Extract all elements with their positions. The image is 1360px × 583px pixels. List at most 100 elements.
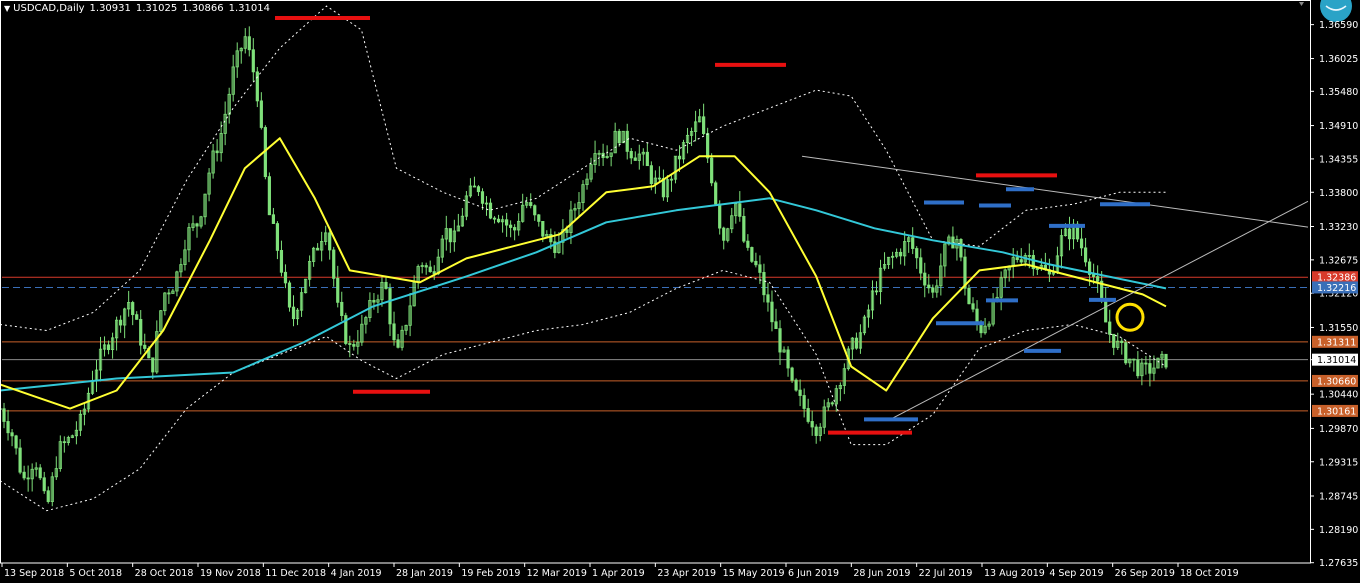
y-tick-label: 1.36590 (1319, 20, 1358, 31)
candle-body (533, 205, 537, 216)
candle-body (802, 395, 806, 409)
candle-body (328, 232, 332, 251)
candle-body (336, 277, 340, 303)
candle-body (1132, 358, 1136, 361)
x-tick-label: 1 Apr 2019 (592, 568, 645, 579)
menu-triangle-icon[interactable]: ▼ (4, 4, 10, 13)
highlight-circle (1115, 302, 1145, 332)
candle-body (794, 379, 798, 391)
candle-body (919, 257, 923, 274)
candle-body (1164, 353, 1168, 368)
candle-body (762, 272, 766, 296)
y-tick-label: 1.32675 (1319, 255, 1358, 266)
x-tick-label: 18 Oct 2019 (1180, 568, 1239, 579)
candle-body (830, 402, 834, 405)
candle-body (541, 221, 545, 237)
candle-body (488, 202, 493, 219)
candle-body (750, 247, 754, 262)
candle-body (786, 349, 790, 369)
x-tick-label: 4 Sep 2019 (1049, 568, 1103, 579)
candle-body (790, 367, 794, 381)
close-value: 1.31014 (228, 3, 270, 14)
support-trendline (887, 200, 1309, 422)
x-tick-label: 13 Sep 2018 (4, 568, 64, 579)
candle-body (874, 290, 879, 293)
candle-body (1120, 340, 1124, 344)
candle-body (271, 214, 276, 224)
candle-body (702, 116, 706, 135)
x-tick-label: 4 Jan 2019 (331, 568, 382, 579)
x-tick-label: 5 Oct 2018 (69, 568, 122, 579)
y-tick-label: 1.30440 (1319, 390, 1358, 401)
candle-body (22, 471, 26, 479)
candle-body (287, 282, 292, 308)
candle-body (267, 176, 271, 216)
x-tick-label: 22 Jul 2019 (919, 568, 973, 579)
candle-body (1124, 342, 1128, 364)
candle-body (915, 248, 919, 259)
candle-body (492, 217, 497, 220)
candle-body (143, 344, 147, 349)
x-tick-label: 15 May 2019 (723, 568, 785, 579)
symbol-label: USDCAD,Daily (13, 3, 85, 14)
candle-body (279, 250, 284, 273)
candle-body (42, 477, 46, 492)
candle-body (135, 314, 139, 320)
candle-body (384, 281, 388, 289)
candle-body (617, 130, 621, 144)
candle-body (448, 228, 452, 243)
candle-body (291, 306, 296, 320)
candle-body (372, 299, 376, 303)
candle-body (565, 229, 569, 233)
candle-body (247, 36, 251, 51)
candle-body (396, 339, 400, 348)
fast-moving-average-line (0, 137, 1167, 410)
candle-body (1083, 247, 1088, 263)
price-chart[interactable]: 1.36590 1.36025 1.35480 1.34910 1.34355 1.338… (0, 0, 1360, 583)
candle-body (1144, 362, 1148, 365)
x-tick-label: 12 Mar 2019 (527, 568, 587, 579)
candle-body (14, 435, 18, 449)
candle-body (911, 237, 915, 249)
y-tick-label: 1.35480 (1319, 87, 1358, 98)
x-tick-label: 19 Feb 2019 (461, 568, 520, 579)
candle-body (496, 218, 501, 223)
candle-body (62, 441, 66, 444)
candle-body (316, 247, 320, 251)
price-tag-label: 1.31014 (1317, 355, 1356, 366)
candle-body (428, 266, 432, 273)
y-tick-label: 1.29870 (1319, 424, 1358, 435)
candle-body (714, 182, 718, 205)
x-tick-label: 26 Sep 2019 (1115, 568, 1175, 579)
y-tick-label: 1.28190 (1319, 525, 1358, 536)
x-tick-label: 28 Jan 2019 (396, 568, 453, 579)
candle-body (657, 177, 661, 180)
candle-body (706, 133, 710, 159)
x-tick-label: 11 Dec 2018 (265, 568, 326, 579)
candle-body (722, 227, 726, 241)
candle-body (1015, 257, 1019, 261)
candle-body (537, 214, 541, 222)
candle-body (1096, 276, 1100, 282)
candle-body (967, 287, 971, 305)
candle-body (633, 157, 637, 161)
candle-body (1019, 259, 1023, 263)
low-value: 1.30866 (182, 3, 224, 14)
candle-body (854, 337, 859, 349)
open-value: 1.30931 (89, 3, 131, 14)
candle-body (275, 223, 280, 251)
bollinger-upper-line (0, 5, 1166, 331)
candle-body (899, 251, 903, 257)
candle-body (959, 239, 963, 258)
candle-body (1067, 228, 1072, 240)
candle-body (677, 155, 682, 160)
candle-body (1112, 333, 1116, 348)
candle-body (1108, 321, 1112, 335)
candle-body (766, 294, 770, 303)
y-tick-label: 1.31550 (1319, 323, 1358, 334)
candle-body (927, 284, 931, 289)
x-tick-label: 19 Nov 2018 (200, 568, 261, 579)
candle-body (810, 421, 814, 428)
slow-moving-average-line (0, 197, 1167, 392)
resistance-trendline (801, 155, 1309, 228)
